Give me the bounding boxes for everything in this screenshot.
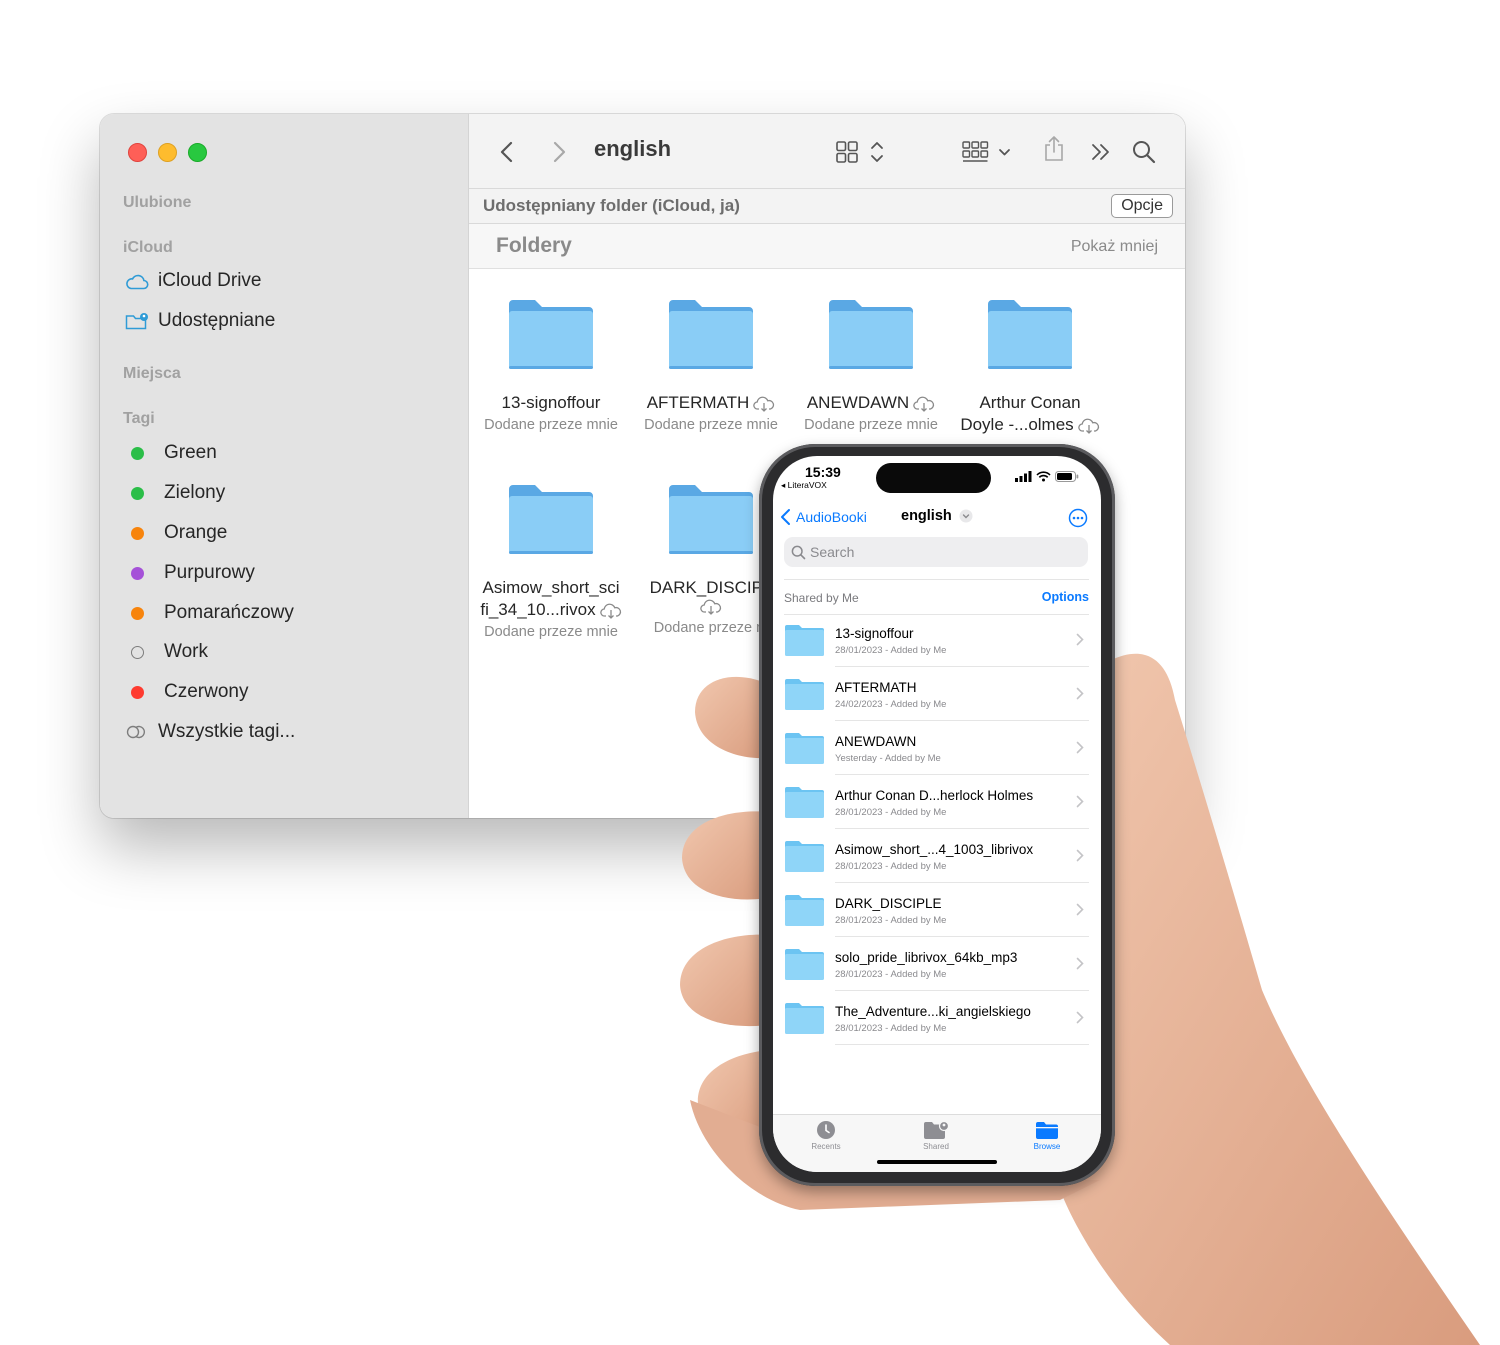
back-label: AudioBooki [796,509,867,525]
clock-icon [817,1121,835,1139]
folder-icon [785,733,824,764]
search-placeholder: Search [810,544,855,560]
row-name: solo_pride_librivox_64kb_mp3 [835,950,1018,965]
row-subtitle: 28/01/2023 - Added by Me [835,1023,947,1034]
row-subtitle: 28/01/2023 - Added by Me [835,969,947,980]
shared-folder-icon [924,1120,950,1139]
status-time: 15:39 [805,464,841,480]
folder-icon [785,1003,824,1034]
folder-row[interactable]: 13-signoffour 28/01/2023 - Added by Me [784,613,1089,667]
folder-row[interactable]: Asimow_short_...4_1003_librivox 28/01/202… [784,829,1089,883]
folder-icon [785,949,824,980]
folder-row[interactable]: solo_pride_librivox_64kb_mp3 28/01/2023 -… [784,937,1089,991]
chevron-down-circle-icon [959,509,973,523]
chevron-right-icon [1076,795,1084,808]
folder-icon [785,787,824,818]
folder-icon [1036,1122,1058,1139]
title-label: english [901,508,952,524]
folder-icon [785,625,824,656]
row-name: Arthur Conan D...herlock Holmes [835,788,1034,803]
chevron-right-icon [1076,849,1084,862]
row-subtitle: 28/01/2023 - Added by Me [835,645,947,656]
folder-row[interactable]: DARK_DISCIPLE 28/01/2023 - Added by Me [784,883,1089,937]
folder-title[interactable]: english [901,508,973,524]
row-subtitle: 28/01/2023 - Added by Me [835,807,947,818]
chevron-right-icon [1076,633,1084,646]
status-icons [1015,471,1079,482]
chevron-right-icon [1076,1011,1084,1024]
dynamic-island [876,463,991,493]
tab-recents[interactable]: Recents [786,1120,866,1151]
row-subtitle: 28/01/2023 - Added by Me [835,915,947,926]
folder-icon [785,841,824,872]
row-subtitle: 28/01/2023 - Added by Me [835,861,947,872]
hand-illustration [680,653,1480,1345]
tab-label: Browse [1033,1142,1061,1151]
chevron-right-icon [1076,957,1084,970]
options-button[interactable]: Options [1042,590,1089,604]
folder-icon [785,679,824,710]
row-name: ANEWDAWN [835,734,917,749]
ellipsis-circle-icon [1068,508,1088,528]
home-indicator [877,1160,997,1164]
folder-row[interactable]: Arthur Conan D...herlock Holmes 28/01/202… [784,775,1089,829]
chevron-right-icon [1076,741,1084,754]
back-button[interactable]: AudioBooki [779,508,867,526]
row-name: 13-signoffour [835,626,914,641]
battery-icon [1055,471,1079,482]
shared-header: Shared by Me Options [784,579,1089,615]
more-button[interactable] [1068,508,1088,533]
row-name: The_Adventure...ki_angielskiego [835,1004,1031,1019]
tab-browse[interactable]: Browse [1007,1120,1087,1151]
chevron-left-icon [781,509,790,525]
cellular-icon [1015,471,1032,482]
iphone-device: 15:39 ◂ LiteraVOX AudioBooki english Sea… [759,444,1115,1186]
files-app-screen: 15:39 ◂ LiteraVOX AudioBooki english Sea… [773,456,1101,1172]
chevron-right-icon [1076,687,1084,700]
folder-icon [785,895,824,926]
tab-label: Recents [811,1142,841,1151]
tab-label: Shared [923,1142,949,1151]
folder-row[interactable]: The_Adventure...ki_angielskiego 28/01/202… [784,991,1089,1045]
chevron-right-icon [1076,903,1084,916]
row-name: AFTERMATH [835,680,917,695]
folder-row[interactable]: AFTERMATH 24/02/2023 - Added by Me [784,667,1089,721]
row-name: Asimow_short_...4_1003_librivox [835,842,1034,857]
shared-label: Shared by Me [784,591,859,605]
row-separator [835,1044,1089,1045]
search-icon [791,545,806,559]
tab-shared[interactable]: Shared [896,1120,976,1151]
row-subtitle: 24/02/2023 - Added by Me [835,699,947,710]
folder-row[interactable]: ANEWDAWN Yesterday - Added by Me [784,721,1089,775]
row-subtitle: Yesterday - Added by Me [835,753,941,764]
row-name: DARK_DISCIPLE [835,896,942,911]
search-field[interactable]: Search [784,537,1088,567]
wifi-icon [1036,471,1051,482]
back-to-app-link[interactable]: ◂ LiteraVOX [781,480,827,491]
